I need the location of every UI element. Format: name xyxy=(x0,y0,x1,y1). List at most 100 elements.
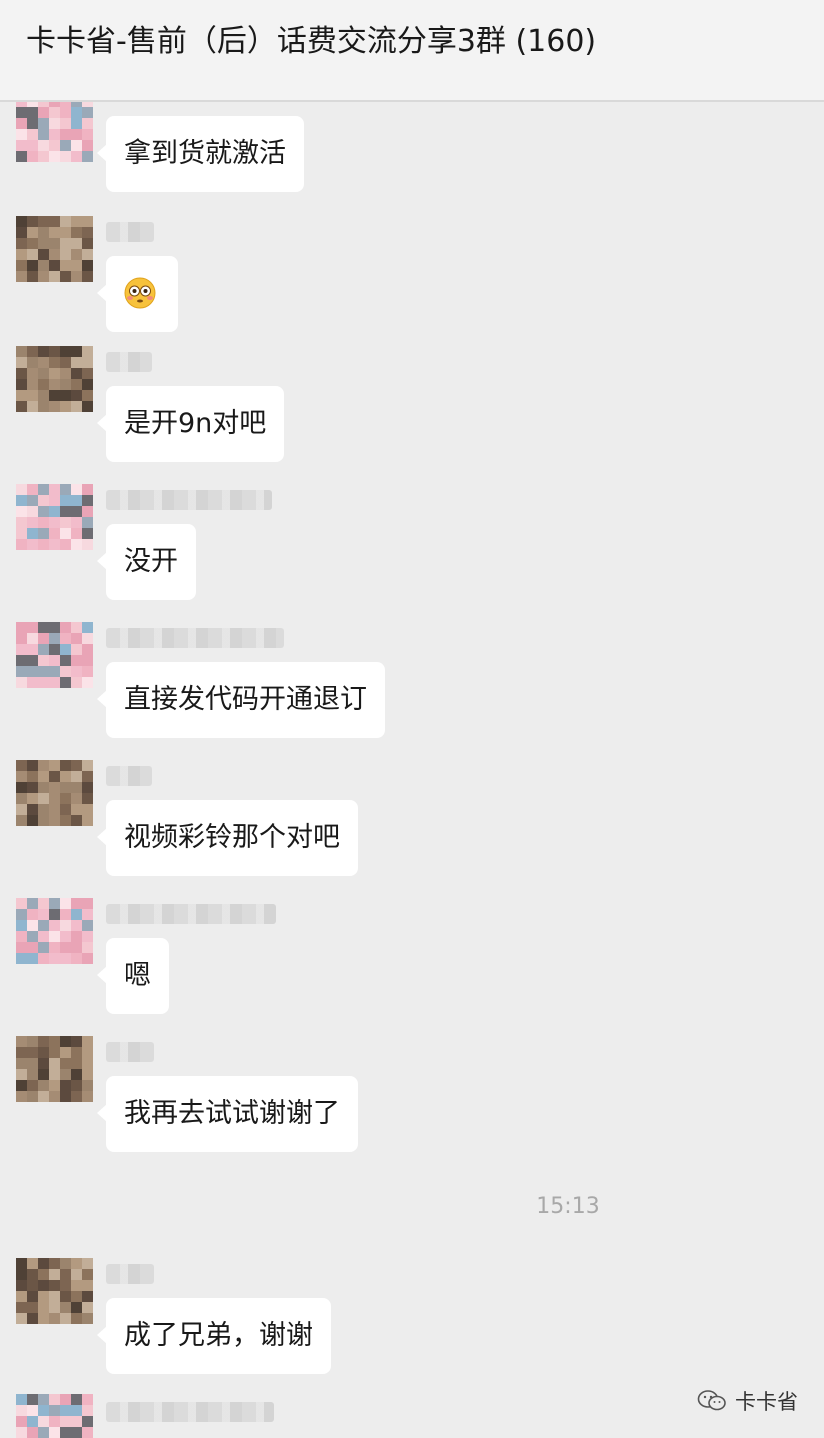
avatar-pixel xyxy=(27,771,38,782)
avatar-pixel xyxy=(82,346,93,357)
avatar-pixel xyxy=(60,815,71,826)
avatar-pixel xyxy=(16,1302,27,1313)
avatar-pixel xyxy=(82,1291,93,1302)
avatar-pixel xyxy=(49,1427,60,1438)
avatar-pixel xyxy=(16,1047,27,1058)
message-timestamp: 15:13 xyxy=(536,1194,600,1219)
avatar-pixel xyxy=(38,782,49,793)
avatar-pixel xyxy=(27,1269,38,1280)
avatar-pixel xyxy=(60,1258,71,1269)
avatar-pixel xyxy=(38,804,49,815)
message-bubble[interactable]: 直接发代码开通退订 xyxy=(97,662,385,738)
message-bubble[interactable]: 视频彩铃那个对吧 xyxy=(97,800,358,876)
avatar-pixel xyxy=(38,238,49,249)
avatar-pixel xyxy=(38,920,49,931)
message-bubble[interactable]: 是开9n对吧 xyxy=(96,386,285,462)
avatar-pixel xyxy=(60,1069,71,1080)
avatar-pixel xyxy=(71,495,82,506)
avatar-pixel xyxy=(60,1405,71,1416)
avatar[interactable] xyxy=(16,760,93,826)
avatar-pixel xyxy=(82,666,93,677)
message-bubble[interactable]: 拿到货就激活 xyxy=(97,116,304,192)
avatar-pixel xyxy=(82,1258,93,1269)
avatar-pixel xyxy=(49,1302,60,1313)
avatar-pixel xyxy=(49,346,60,357)
avatar-pixel xyxy=(38,1313,49,1324)
avatar-pixel xyxy=(38,495,49,506)
avatar-pixel xyxy=(27,390,38,401)
avatar-pixel xyxy=(49,1416,60,1427)
message-bubble[interactable]: 没开 xyxy=(97,524,196,600)
avatar-pixel xyxy=(16,793,27,804)
avatar[interactable] xyxy=(16,346,93,412)
avatar[interactable] xyxy=(16,216,93,282)
avatar-pixel xyxy=(49,804,60,815)
avatar-pixel xyxy=(27,622,38,633)
avatar-pixel xyxy=(38,815,49,826)
avatar-pixel xyxy=(60,249,71,260)
message-list[interactable]: 拿到货就激活 是开9n对吧 没开 直接发代码开通退订 视频彩铃那个对吧 嗯 我再… xyxy=(0,102,824,1438)
avatar-pixel xyxy=(60,1302,71,1313)
avatar-pixel xyxy=(27,368,38,379)
avatar-pixel xyxy=(27,271,38,282)
avatar-pixel xyxy=(82,151,93,162)
avatar-pixel xyxy=(16,1269,27,1280)
avatar-pixel xyxy=(38,1047,49,1058)
avatar-pixel xyxy=(71,1269,82,1280)
avatar[interactable] xyxy=(16,1036,93,1102)
avatar-pixel xyxy=(71,390,82,401)
avatar-pixel xyxy=(49,1291,60,1302)
avatar-pixel xyxy=(71,782,82,793)
avatar-pixel xyxy=(38,140,49,151)
avatar-pixel xyxy=(16,1069,27,1080)
avatar[interactable] xyxy=(16,484,93,550)
avatar-pixel xyxy=(16,495,27,506)
avatar-pixel xyxy=(16,1280,27,1291)
avatar-pixel xyxy=(82,920,93,931)
avatar-pixel xyxy=(38,390,49,401)
avatar-pixel xyxy=(16,677,27,688)
avatar-pixel xyxy=(49,655,60,666)
avatar-pixel xyxy=(38,528,49,539)
avatar-pixel xyxy=(16,216,27,227)
avatar-pixel xyxy=(27,815,38,826)
avatar-pixel xyxy=(71,528,82,539)
avatar-pixel xyxy=(38,1394,49,1405)
avatar-pixel xyxy=(27,1047,38,1058)
avatar-pixel xyxy=(27,249,38,260)
avatar-pixel xyxy=(27,1291,38,1302)
avatar[interactable] xyxy=(16,622,93,688)
avatar-pixel xyxy=(82,1058,93,1069)
avatar-pixel xyxy=(60,1058,71,1069)
avatar-pixel xyxy=(27,1069,38,1080)
avatar-pixel xyxy=(27,655,38,666)
avatar-pixel xyxy=(71,216,82,227)
avatar-pixel xyxy=(27,1091,38,1102)
message-bubble[interactable] xyxy=(97,256,178,332)
avatar[interactable] xyxy=(16,102,93,162)
avatar-pixel xyxy=(16,528,27,539)
avatar-pixel xyxy=(71,666,82,677)
avatar-pixel xyxy=(16,271,27,282)
avatar-pixel xyxy=(82,1047,93,1058)
avatar-pixel xyxy=(60,1313,71,1324)
avatar-pixel xyxy=(16,622,27,633)
avatar-pixel xyxy=(38,216,49,227)
avatar-pixel xyxy=(71,953,82,964)
avatar-pixel xyxy=(16,666,27,677)
avatar-pixel xyxy=(38,622,49,633)
message-bubble[interactable]: 我再去试试谢谢了 xyxy=(97,1076,358,1152)
avatar-pixel xyxy=(82,357,93,368)
message-bubble[interactable]: 嗯 xyxy=(97,938,169,1014)
avatar[interactable] xyxy=(16,1394,93,1438)
avatar-pixel xyxy=(16,782,27,793)
avatar-pixel xyxy=(60,528,71,539)
avatar[interactable] xyxy=(16,898,93,964)
avatar-pixel xyxy=(82,942,93,953)
avatar[interactable] xyxy=(16,1258,93,1324)
avatar-pixel xyxy=(60,931,71,942)
sender-name-blurred xyxy=(106,1042,154,1062)
message-bubble[interactable]: 成了兄弟，谢谢 xyxy=(97,1298,331,1374)
avatar-pixel xyxy=(16,484,27,495)
avatar-pixel xyxy=(16,644,27,655)
